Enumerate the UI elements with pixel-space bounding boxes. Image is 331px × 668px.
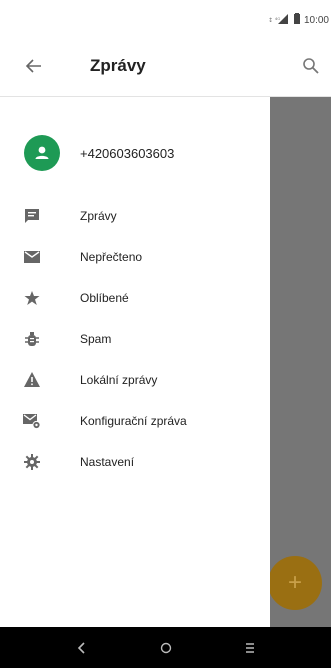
- battery-icon: [293, 13, 300, 27]
- back-arrow-icon[interactable]: [22, 54, 46, 78]
- drawer-item-label: Zprávy: [80, 208, 117, 223]
- signal-icon: ↕ ⁴ᴳ: [268, 13, 290, 27]
- system-nav-bar: [0, 627, 331, 668]
- drawer-scrim[interactable]: [270, 97, 331, 627]
- drawer-menu: Zprávy Nepřečteno Oblíbené Spam Lokální …: [0, 195, 270, 482]
- status-time: 10:00: [303, 14, 329, 26]
- svg-text:↕ ⁴ᴳ: ↕ ⁴ᴳ: [268, 17, 280, 24]
- drawer-item-label: Nepřečteno: [80, 249, 143, 264]
- navigation-drawer: +420603603603 Zprávy Nepřečteno Oblíbené…: [0, 97, 270, 627]
- drawer-item-label: Konfigurační zpráva: [80, 413, 187, 428]
- new-message-fab[interactable]: +: [268, 556, 322, 610]
- drawer-item-zpravy[interactable]: Zprávy: [0, 195, 270, 236]
- search-icon[interactable]: [299, 54, 323, 78]
- star-icon: [22, 288, 42, 308]
- message-icon: [22, 206, 42, 226]
- drawer-item-nastaveni[interactable]: Nastavení: [0, 441, 270, 482]
- drawer-item-label: Spam: [80, 331, 112, 346]
- drawer-item-neprecteno[interactable]: Nepřečteno: [0, 236, 270, 277]
- status-bar: ↕ ⁴ᴳ 10:00: [0, 0, 331, 36]
- drawer-item-label: Oblíbené: [80, 290, 129, 305]
- page-title: Zprávy: [90, 56, 146, 75]
- drawer-item-oblibene[interactable]: Oblíbené: [0, 277, 270, 318]
- mail-icon: [22, 247, 42, 267]
- warning-icon: [22, 370, 42, 390]
- nav-back-icon[interactable]: [72, 638, 92, 658]
- drawer-item-spam[interactable]: Spam: [0, 318, 270, 359]
- gear-icon: [22, 452, 42, 472]
- nav-home-icon[interactable]: [156, 638, 176, 658]
- mail-settings-icon: [22, 411, 42, 431]
- person-icon: [24, 135, 60, 171]
- status-icons: ↕ ⁴ᴳ 10:00: [268, 13, 329, 27]
- drawer-item-label: Nastavení: [80, 454, 135, 469]
- drawer-item-konfiguracni-zprava[interactable]: Konfigurační zpráva: [0, 400, 270, 441]
- plus-icon: +: [287, 569, 302, 596]
- account-header[interactable]: +420603603603: [0, 131, 270, 175]
- nav-recents-icon[interactable]: [240, 638, 260, 658]
- bug-icon: [22, 329, 42, 349]
- app-bar: Zprávy: [0, 36, 331, 97]
- drawer-item-label: Lokální zprávy: [80, 372, 158, 387]
- account-phone-number: +420603603603: [80, 145, 175, 161]
- drawer-item-lokalni-zpravy[interactable]: Lokální zprávy: [0, 359, 270, 400]
